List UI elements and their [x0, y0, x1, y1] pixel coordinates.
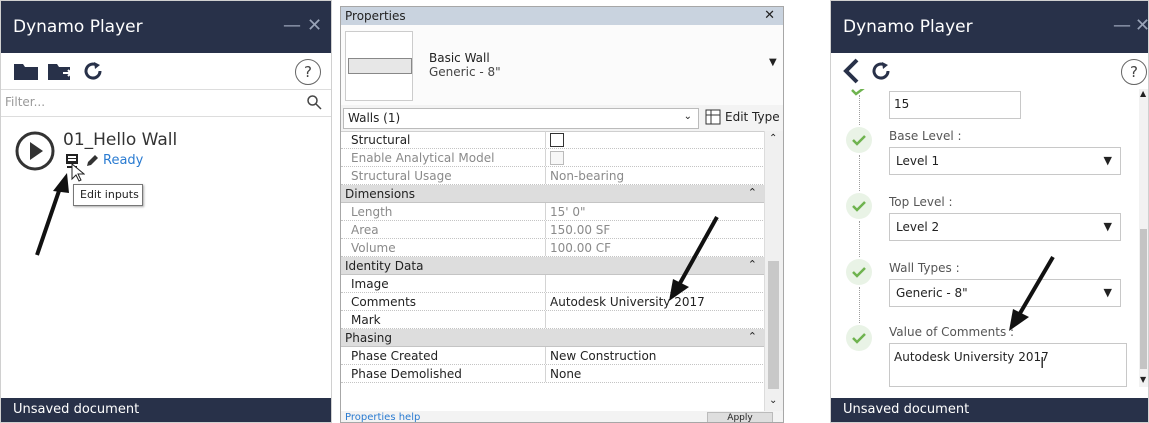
- annotation-arrow: [661, 213, 721, 307]
- folder-icon[interactable]: [13, 61, 39, 85]
- properties-title: Properties: [345, 9, 406, 23]
- check-icon: [848, 89, 870, 96]
- right-status-bar: Unsaved document: [831, 398, 1148, 422]
- right-toolbar: ?: [831, 53, 1148, 89]
- wall-type-preview-icon: [345, 31, 413, 101]
- close-icon[interactable]: ✕: [307, 15, 322, 36]
- pencil-icon[interactable]: [85, 153, 99, 172]
- refresh-icon[interactable]: [869, 59, 893, 87]
- type-family: Basic Wall: [429, 51, 490, 65]
- analytical-checkbox: [550, 151, 564, 165]
- collapse-icon[interactable]: ⌃: [748, 258, 757, 271]
- left-title-bar: Dynamo Player — ✕: [1, 1, 331, 53]
- scroll-thumb[interactable]: [768, 261, 779, 389]
- base-level-select[interactable]: Level 1 ▼: [889, 147, 1121, 175]
- left-toolbar: ?: [1, 53, 331, 89]
- scroll-up-icon[interactable]: ⌃: [769, 133, 777, 144]
- top-level-label: Top Level :: [889, 195, 953, 209]
- properties-palette: Properties ✕ Basic Wall Generic - 8" ▼ W…: [340, 6, 784, 423]
- scroll-up-icon[interactable]: ▲: [1140, 89, 1146, 98]
- comments-textbox[interactable]: Autodesk University 2017 I: [889, 343, 1127, 387]
- properties-scrollbar[interactable]: ⌃ ⌄: [764, 131, 783, 415]
- wall-types-label: Wall Types :: [889, 261, 960, 275]
- close-icon[interactable]: ✕: [764, 8, 775, 23]
- properties-title-bar: Properties ✕: [341, 7, 783, 25]
- apply-button[interactable]: Apply: [707, 412, 773, 422]
- row-structural-usage: Structural Usage Non-bearing: [341, 167, 765, 185]
- collapse-icon[interactable]: ⌃: [748, 330, 757, 343]
- search-icon[interactable]: [306, 94, 322, 114]
- play-button[interactable]: [15, 131, 55, 175]
- check-icon: [846, 127, 872, 153]
- row-structural: Structural: [341, 131, 765, 149]
- row-phase-created[interactable]: Phase Created New Construction: [341, 347, 765, 365]
- group-phasing[interactable]: Phasing ⌃: [341, 329, 765, 347]
- script-name: 01_Hello Wall: [63, 130, 178, 150]
- right-app-title: Dynamo Player: [843, 17, 973, 37]
- properties-footer: Properties help Apply: [341, 411, 783, 422]
- text-cursor-icon: I: [1040, 354, 1045, 372]
- help-icon[interactable]: ?: [295, 59, 321, 85]
- scroll-down-icon[interactable]: ⌄: [769, 395, 777, 406]
- check-icon: [846, 325, 872, 351]
- scroll-thumb[interactable]: [1140, 229, 1147, 369]
- type-name: Generic - 8": [429, 65, 501, 79]
- refresh-icon[interactable]: [81, 59, 105, 87]
- dropdown-icon: ▼: [1103, 220, 1112, 233]
- help-icon[interactable]: ?: [1121, 59, 1147, 85]
- scroll-down-icon[interactable]: ▼: [1140, 375, 1146, 384]
- chevron-down-icon: ⌄: [683, 111, 692, 122]
- top-level-select[interactable]: Level 2 ▼: [889, 213, 1121, 241]
- structural-checkbox[interactable]: [550, 133, 564, 147]
- script-status: Ready: [103, 153, 144, 168]
- back-icon[interactable]: [841, 57, 861, 89]
- properties-help-link[interactable]: Properties help: [345, 412, 420, 422]
- comments-label: Value of Comments :: [889, 325, 1015, 339]
- row-enable-analytical: Enable Analytical Model: [341, 149, 765, 167]
- dropdown-icon: ▼: [1103, 286, 1112, 299]
- row-phase-demolished[interactable]: Phase Demolished None: [341, 365, 765, 383]
- filter-placeholder: Filter...: [5, 95, 46, 109]
- group-dimensions[interactable]: Dimensions ⌃: [341, 185, 765, 203]
- edit-type-button[interactable]: Edit Type: [725, 110, 780, 124]
- row-mark[interactable]: Mark: [341, 311, 765, 329]
- annotation-arrow: [1001, 253, 1061, 337]
- edit-inputs-tooltip: Edit inputs: [73, 184, 143, 206]
- type-selector[interactable]: Basic Wall Generic - 8" ▼: [341, 25, 783, 106]
- close-icon[interactable]: ✕: [1135, 15, 1148, 36]
- param-value: Non-bearing: [550, 169, 625, 183]
- dropdown-icon: ▼: [1103, 154, 1112, 167]
- param-label: Structural: [351, 133, 411, 147]
- left-app-title: Dynamo Player: [13, 17, 143, 37]
- collapse-icon[interactable]: ⌃: [748, 186, 757, 199]
- instance-filter-select[interactable]: Walls (1) ⌄: [343, 108, 699, 129]
- folder-open-icon[interactable]: [47, 61, 75, 87]
- left-dynamo-player: Dynamo Player — ✕ ? Filter... 01_Hello W…: [0, 0, 332, 423]
- right-dynamo-player: Dynamo Player — ✕ ? 15 Base Level : Leve…: [830, 0, 1149, 423]
- minimize-icon[interactable]: —: [283, 15, 301, 36]
- check-icon: [846, 193, 872, 219]
- annotation-arrow: [31, 171, 81, 265]
- instance-filter: Walls (1) ⌄ Edit Type: [341, 105, 783, 132]
- top-offset-input[interactable]: 15: [889, 91, 1021, 119]
- check-icon: [846, 259, 872, 285]
- left-status-bar: Unsaved document: [1, 398, 331, 422]
- inputs-panel: 15 Base Level : Level 1 ▼ Top Level : Lev…: [831, 89, 1137, 399]
- base-level-label: Base Level :: [889, 129, 962, 143]
- right-scrollbar[interactable]: ▲ ▼: [1139, 89, 1148, 387]
- minimize-icon[interactable]: —: [1113, 15, 1131, 36]
- right-title-bar: Dynamo Player — ✕: [831, 1, 1148, 53]
- edit-type-icon[interactable]: [705, 109, 721, 128]
- filter-box[interactable]: Filter...: [1, 89, 331, 117]
- type-dropdown-icon[interactable]: ▼: [769, 57, 777, 68]
